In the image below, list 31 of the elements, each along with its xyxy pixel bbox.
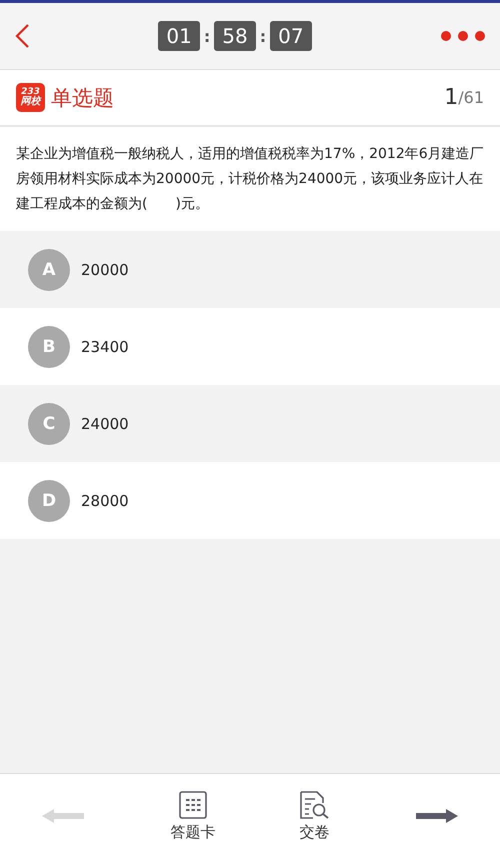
arrow-icon	[42, 808, 86, 824]
timer-minutes: 58	[214, 21, 256, 51]
option-text: 20000	[81, 260, 129, 278]
timer-hours: 01	[158, 21, 200, 51]
option-text: 24000	[81, 414, 129, 432]
more-icon	[440, 30, 486, 42]
option-letter: D	[28, 480, 70, 522]
current-question-number: 1	[444, 85, 458, 110]
answer-option[interactable]: D 28000	[0, 462, 500, 539]
next-button[interactable]	[414, 808, 458, 824]
option-text: 28000	[81, 492, 129, 510]
option-text: 23400	[81, 338, 129, 356]
back-icon	[14, 24, 30, 48]
grid-icon	[178, 790, 207, 818]
document-search-icon	[300, 790, 330, 818]
logo: 233 网校	[16, 83, 45, 112]
back-button[interactable]	[14, 24, 30, 48]
question-text: 某企业为增值税一般纳税人，适用的增值税税率为17%，2012年6月建造厂房领用材料实际成本为20000元，计税价格为24000元，该项业务应计人在建工程成本的金额为( )元。	[0, 127, 500, 231]
timer-separator: :	[204, 26, 210, 46]
submit-tab[interactable]: 交卷	[300, 790, 330, 842]
question-total: /61	[458, 88, 484, 107]
more-button[interactable]	[440, 30, 486, 42]
section-title: 单选题	[51, 84, 115, 112]
answer-card-tab[interactable]: 答题卡	[170, 790, 216, 842]
timer-separator: :	[260, 26, 266, 46]
option-letter: B	[28, 326, 70, 368]
answer-option[interactable]: B 23400	[0, 308, 500, 385]
timer-seconds: 07	[270, 21, 312, 51]
option-letter: C	[28, 402, 70, 444]
option-letter: A	[28, 248, 70, 290]
arrow-icon	[414, 808, 458, 824]
